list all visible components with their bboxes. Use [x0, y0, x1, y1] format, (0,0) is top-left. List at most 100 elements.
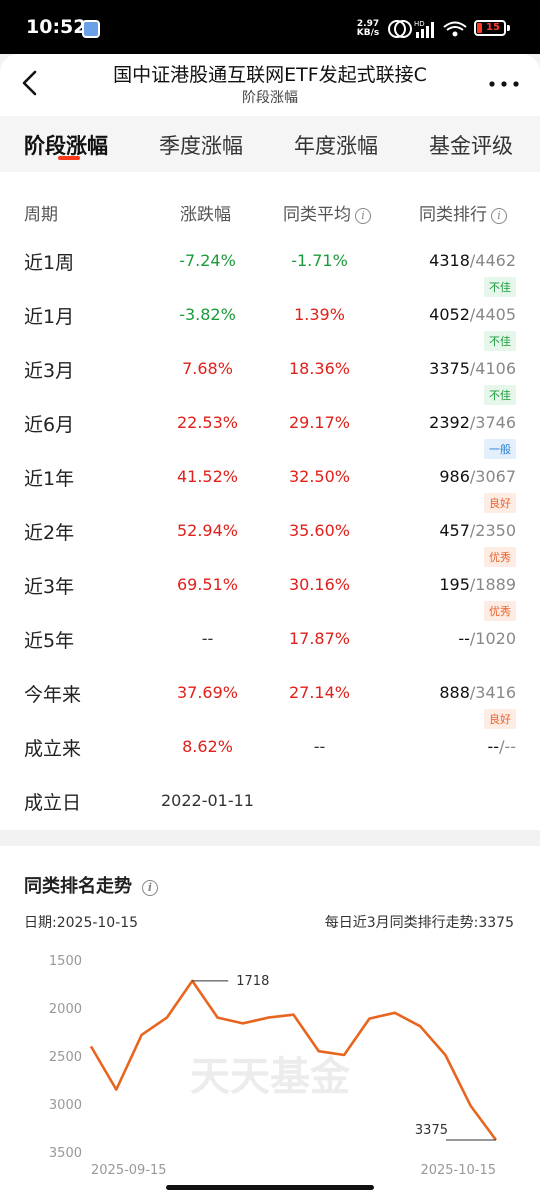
row-change: 2022-01-11	[161, 791, 254, 810]
tab-quarterly-change[interactable]: 季度涨幅	[159, 130, 243, 160]
table-row: 近3月 7.68% 18.36% 3375/4106 不佳	[0, 356, 540, 410]
rank-trend-chart[interactable]: 天天基金 1500 2000 2500 3000 3500 2025-09-15 2025-1…	[0, 846, 540, 1200]
rank-value: 3375	[429, 359, 470, 378]
row-peer-rank: 4318/4462	[429, 251, 516, 270]
row-change: 41.52%	[176, 467, 238, 486]
chart-watermark: 天天基金	[190, 1054, 351, 1100]
annotation-label: 3375	[415, 1123, 448, 1138]
row-peer-average: 18.36%	[288, 359, 350, 378]
row-change: 69.51%	[176, 575, 238, 594]
rating-badge: 良好	[484, 709, 516, 729]
rank-value: 4318	[429, 251, 470, 270]
rank-value: --	[487, 737, 500, 756]
more-options-icon[interactable]	[488, 78, 520, 90]
row-change: 22.53%	[176, 413, 238, 432]
rating-badge: 不佳	[484, 385, 516, 405]
row-change: 37.69%	[176, 683, 238, 702]
header-period: 周期	[24, 205, 58, 225]
rank-total: /4462	[469, 251, 516, 270]
rank-total: /3746	[469, 413, 516, 432]
active-tab-indicator	[58, 156, 80, 160]
row-peer-rank: 195/1889	[439, 575, 516, 594]
row-peer-average: 29.17%	[288, 413, 350, 432]
row-peer-average: 1.39%	[294, 305, 345, 324]
status-bar: 10:52 2.97 KB/s HD 15	[0, 0, 540, 54]
info-icon[interactable]: i	[355, 208, 371, 224]
rating-badge: 一般	[484, 439, 516, 459]
row-peer-rank: 3375/4106	[429, 359, 516, 378]
home-indicator	[166, 1185, 374, 1190]
row-change: 7.68%	[182, 359, 233, 378]
rank-value: --	[458, 629, 470, 648]
row-peer-rank: 4052/4405	[429, 305, 516, 324]
tab-annual-change[interactable]: 年度涨幅	[294, 130, 378, 160]
rating-badge: 不佳	[484, 331, 516, 351]
rank-total: /1889	[469, 575, 516, 594]
rank-total: /--	[499, 737, 516, 756]
row-period: 近1周	[24, 252, 75, 274]
status-time: 10:52	[26, 16, 87, 38]
row-change: 8.62%	[182, 737, 233, 756]
rating-badge: 不佳	[484, 277, 516, 297]
rank-value: 986	[439, 467, 470, 486]
tab-fund-rating[interactable]: 基金评级	[429, 130, 513, 160]
table-row: 成立日 2022-01-11	[0, 788, 540, 842]
row-period: 近1年	[24, 468, 75, 490]
y-tick-label: 3500	[49, 1146, 82, 1161]
row-change: --	[201, 629, 214, 648]
rank-value: 2392	[429, 413, 470, 432]
row-peer-average: 17.87%	[288, 629, 350, 648]
row-peer-rank: --/--	[488, 737, 516, 756]
header-peer-rank[interactable]: 同类排行 i	[419, 200, 507, 225]
rating-badge: 良好	[484, 493, 516, 513]
table-row: 近1月 -3.82% 1.39% 4052/4405 不佳	[0, 302, 540, 356]
row-period: 成立日	[24, 792, 82, 814]
tab-bar: 阶段涨幅 季度涨幅 年度涨幅 基金评级	[0, 116, 540, 172]
header-peer-average[interactable]: 同类平均 i	[283, 200, 371, 225]
row-change: -7.24%	[179, 251, 236, 270]
row-peer-rank: 888/3416	[439, 683, 516, 702]
table-row: 近3年 69.51% 30.16% 195/1889 优秀	[0, 572, 540, 626]
row-peer-average: -1.71%	[291, 251, 348, 270]
signal-wifi-icons: HD	[388, 20, 467, 38]
row-period: 近6月	[24, 414, 75, 436]
header-change: 涨跌幅	[180, 205, 231, 225]
table-row: 近1周 -7.24% -1.71% 4318/4462 不佳	[0, 248, 540, 302]
row-peer-average: --	[313, 737, 326, 756]
table-row: 近6月 22.53% 29.17% 2392/3746 一般	[0, 410, 540, 464]
row-period: 近5年	[24, 630, 75, 652]
rank-value: 195	[439, 575, 470, 594]
row-peer-rank: 457/2350	[439, 521, 516, 540]
rank-total: /4405	[469, 305, 516, 324]
row-period: 成立来	[24, 738, 82, 760]
page-subtitle: 阶段涨幅	[242, 90, 298, 106]
annotation-label: 1718	[236, 974, 269, 989]
rank-total: /3067	[469, 467, 516, 486]
rank-value: 457	[439, 521, 470, 540]
battery-icon: 15	[474, 20, 510, 36]
y-tick-label: 2000	[49, 1002, 82, 1017]
rank-total: /2350	[469, 521, 516, 540]
row-period: 今年来	[24, 684, 82, 706]
row-change: -3.82%	[179, 305, 236, 324]
y-tick-label: 1500	[49, 954, 82, 969]
row-peer-rank: 2392/3746	[429, 413, 516, 432]
row-peer-rank: --/1020	[458, 629, 516, 648]
rank-total: /4106	[469, 359, 516, 378]
info-icon[interactable]: i	[491, 208, 507, 224]
network-speed: 2.97 KB/s	[356, 19, 380, 38]
x-tick-label: 2025-09-15	[91, 1163, 167, 1178]
svg-text:HD: HD	[414, 20, 425, 28]
rank-value: 888	[439, 683, 470, 702]
app-notification-icon	[82, 20, 100, 38]
row-peer-average: 35.60%	[288, 521, 350, 540]
table-row: 成立来 8.62% -- --/--	[0, 734, 540, 788]
rank-trend-card: 同类排名走势 i 日期:2025-10-15 每日近3月同类排行走势:3375 天…	[0, 846, 540, 1200]
rating-badge: 优秀	[484, 601, 516, 621]
performance-table: 周期 涨跌幅 同类平均 i 同类排行 i 近1周 -7.24% -1.71% 4318/4…	[0, 172, 540, 830]
row-peer-average: 27.14%	[288, 683, 350, 702]
row-peer-average: 32.50%	[288, 467, 350, 486]
row-period: 近2年	[24, 522, 75, 544]
table-row: 近5年 -- 17.87% --/1020	[0, 626, 540, 680]
row-period: 近3月	[24, 360, 75, 382]
